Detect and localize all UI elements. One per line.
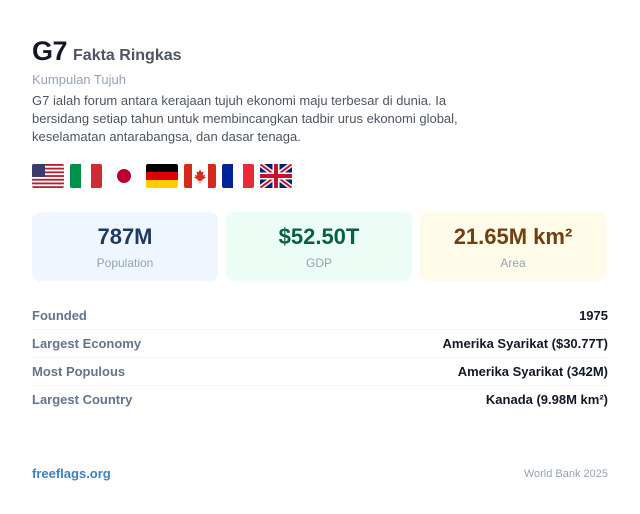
- gdp-value: $52.50T: [278, 223, 360, 249]
- flag-row: [32, 164, 608, 188]
- title-row: G7 Fakta Ringkas: [32, 36, 608, 68]
- fact-value: Amerika Syarikat ($30.77T): [442, 336, 608, 351]
- population-label: Population: [96, 255, 154, 270]
- site-link[interactable]: freeflags.org: [32, 466, 111, 481]
- gdp-label: GDP: [305, 255, 332, 270]
- fact-value: Kanada (9.98M km²): [485, 392, 608, 407]
- fact-row-largest-country: Largest Country Kanada (9.98M km²): [32, 386, 608, 413]
- population-value: 787M: [97, 223, 153, 249]
- footer: freeflags.org World Bank 2025: [32, 466, 608, 481]
- it-flag-icon: [70, 164, 102, 188]
- fr-flag-icon: [222, 164, 254, 188]
- gb-flag-icon: [260, 164, 292, 188]
- fact-key: Founded: [32, 308, 87, 323]
- fact-row-founded: Founded 1975: [32, 302, 608, 330]
- area-stat: 21.65M km² Area: [420, 212, 606, 281]
- area-value: 21.65M km²: [453, 223, 573, 249]
- page-title: G7: [32, 36, 68, 66]
- de-flag-icon: [146, 164, 178, 188]
- fact-key: Largest Country: [32, 392, 133, 407]
- population-stat: 787M Population: [32, 212, 218, 281]
- fact-row-most-populous: Most Populous Amerika Syarikat (342M): [32, 358, 608, 386]
- area-label: Area: [500, 255, 526, 270]
- alt-name: Kumpulan Tujuh: [32, 72, 126, 87]
- page-subtitle: Fakta Ringkas: [73, 47, 182, 64]
- fact-key: Largest Economy: [32, 336, 142, 351]
- fact-row-largest-economy: Largest Economy Amerika Syarikat ($30.77…: [32, 330, 608, 358]
- data-source: World Bank 2025: [523, 467, 608, 480]
- stats-row: 787M Population $52.50T GDP 21.65M km² A…: [32, 212, 606, 281]
- fact-value: Amerika Syarikat (342M): [457, 364, 608, 379]
- fact-value: 1975: [579, 308, 608, 323]
- facts-table: Founded 1975 Largest Economy Amerika Sya…: [32, 302, 608, 413]
- fact-card: G7 Fakta Ringkas Kumpulan Tujuh G7 ialah…: [32, 36, 608, 407]
- ca-flag-icon: [184, 164, 216, 188]
- description: G7 ialah forum antara kerajaan tujuh eko…: [32, 93, 458, 144]
- us-flag-icon: [32, 164, 64, 188]
- fact-key: Most Populous: [32, 364, 126, 379]
- jp-flag-icon: [108, 164, 140, 188]
- gdp-stat: $52.50T GDP: [226, 212, 412, 281]
